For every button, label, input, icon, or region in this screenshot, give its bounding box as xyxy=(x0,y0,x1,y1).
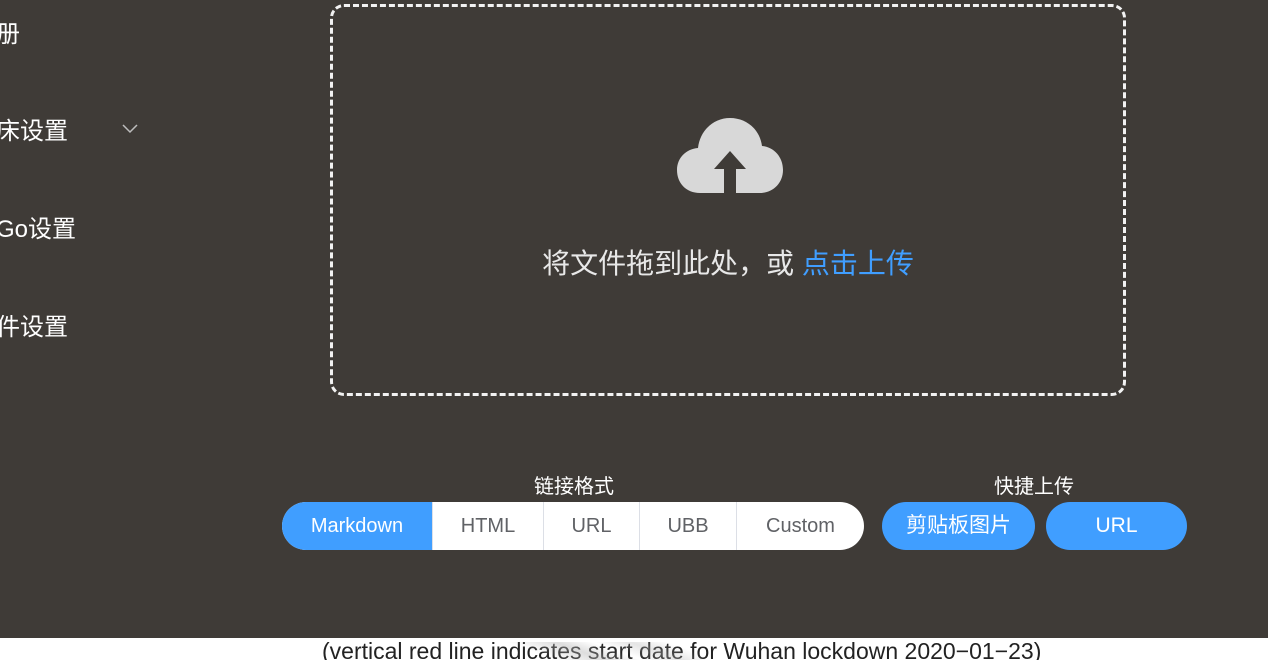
format-option-html[interactable]: HTML xyxy=(432,502,543,550)
click-upload-link[interactable]: 点击上传 xyxy=(802,248,914,279)
sidebar: 册 床设置 Go设置 件设置 xyxy=(0,0,200,638)
sidebar-item-label: 件设置 xyxy=(0,314,68,341)
chevron-down-icon[interactable] xyxy=(121,120,139,138)
sidebar-item-label: 床设置 xyxy=(0,118,68,145)
dropzone-hint: 将文件拖到此处，或 xyxy=(542,248,795,279)
upload-dropzone[interactable]: 将文件拖到此处，或 点击上传 xyxy=(330,4,1126,396)
quick-upload-title: 快捷上传 xyxy=(994,476,1074,498)
format-option-markdown[interactable]: Markdown xyxy=(282,502,432,550)
format-option-url[interactable]: URL xyxy=(543,502,639,550)
format-option-ubb[interactable]: UBB xyxy=(639,502,736,550)
dropzone-text: 将文件拖到此处，或 点击上传 xyxy=(333,242,1123,282)
watermark xyxy=(505,642,705,660)
sidebar-item-label: Go设置 xyxy=(0,216,77,243)
sidebar-item-label: 册 xyxy=(0,21,20,48)
link-format-selector: Markdown HTML URL UBB Custom xyxy=(282,502,864,550)
url-upload-button[interactable]: URL xyxy=(1046,502,1187,550)
link-format-title: 链接格式 xyxy=(534,476,614,498)
format-option-custom[interactable]: Custom xyxy=(736,502,864,550)
cloud-upload-icon xyxy=(677,118,783,194)
clipboard-upload-button[interactable]: 剪贴板图片 xyxy=(882,502,1035,550)
